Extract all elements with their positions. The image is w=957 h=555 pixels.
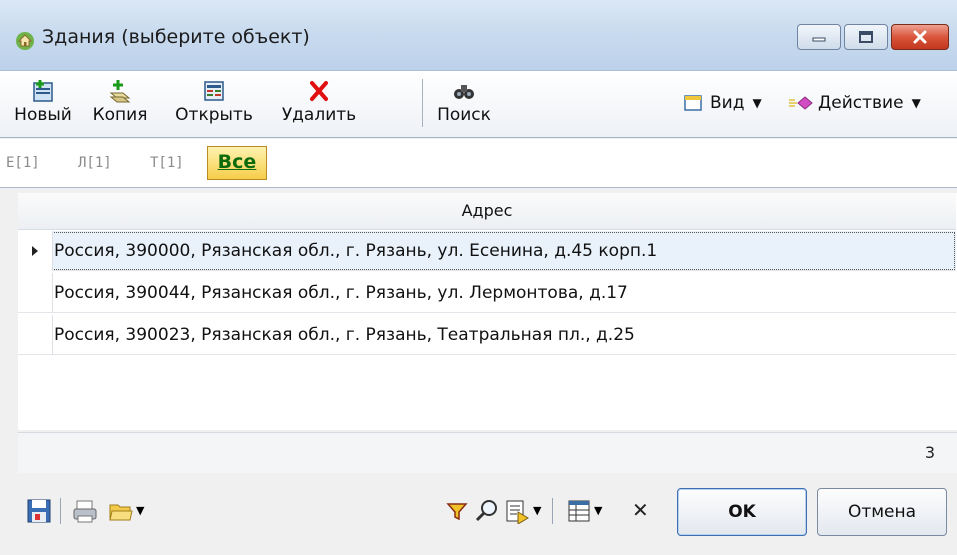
folder-icon[interactable]	[108, 498, 134, 524]
filter-icon[interactable]	[444, 498, 470, 524]
maximize-button[interactable]	[844, 24, 888, 50]
new-button[interactable]: Новый	[8, 71, 78, 135]
action-diamond-icon	[789, 96, 813, 110]
new-button-label: Новый	[14, 105, 72, 125]
window-icon	[684, 95, 702, 111]
row-header[interactable]	[18, 273, 53, 313]
grid-footer: 3	[18, 432, 957, 473]
copy-icon	[109, 80, 131, 103]
delete-icon	[310, 81, 328, 101]
search-button[interactable]: Поиск	[428, 71, 500, 135]
minimize-button[interactable]	[797, 24, 841, 50]
chevron-down-icon: ▼	[911, 96, 921, 110]
chevron-down-icon: ▼	[752, 96, 762, 110]
clear-icon[interactable]: ✕	[632, 498, 649, 522]
row-count: 3	[924, 443, 935, 462]
save-icon[interactable]	[26, 498, 52, 524]
minimize-icon	[812, 37, 826, 42]
table-row[interactable]: Россия, 390000, Рязанская обл., г. Рязан…	[18, 231, 956, 271]
chevron-down-icon[interactable]: ▼	[594, 504, 602, 517]
export-icon[interactable]	[504, 498, 530, 524]
address-cell: Россия, 390000, Рязанская обл., г. Рязан…	[54, 241, 658, 261]
binoculars-icon	[454, 85, 474, 99]
open-button[interactable]: Открыть	[162, 71, 266, 135]
chevron-down-icon[interactable]: ▼	[136, 504, 144, 517]
delete-button[interactable]: Удалить	[272, 71, 366, 135]
find-icon[interactable]	[474, 498, 500, 524]
view-menu[interactable]: Вид ▼	[684, 93, 762, 113]
open-record-icon	[204, 81, 224, 101]
table-row[interactable]: Россия, 390023, Рязанская обл., г. Рязан…	[18, 315, 956, 355]
toolbar-separator	[60, 498, 61, 524]
address-cell: Россия, 390044, Рязанская обл., г. Рязан…	[54, 283, 628, 303]
filter-all-button[interactable]: Все	[207, 146, 267, 180]
column-header-address[interactable]: Адрес	[18, 193, 956, 230]
printer-icon[interactable]	[72, 498, 98, 524]
search-button-label: Поиск	[437, 105, 491, 125]
current-row-arrow-icon	[32, 246, 38, 256]
close-button[interactable]	[891, 24, 949, 50]
dialog-window: Здания (выберите объект) Новый Копия Отк…	[0, 0, 957, 555]
copy-button[interactable]: Копия	[82, 71, 158, 135]
ok-button[interactable]: OK	[677, 488, 807, 536]
filter-bar: Е[1] Л[1] Т[1] Все	[0, 139, 957, 188]
action-menu-label: Действие	[818, 93, 904, 113]
columns-icon[interactable]	[566, 498, 592, 524]
filter-e[interactable]: Е[1]	[6, 155, 40, 171]
address-cell: Россия, 390023, Рязанская обл., г. Рязан…	[54, 325, 635, 345]
view-menu-label: Вид	[710, 93, 745, 113]
bottom-toolbar: ▼ ▼ ▼ ✕ OK Отмена	[0, 474, 957, 555]
toolbar-separator	[422, 79, 423, 127]
cancel-button[interactable]: Отмена	[817, 488, 947, 536]
action-menu[interactable]: Действие ▼	[788, 93, 921, 113]
window-title: Здания (выберите объект)	[42, 26, 310, 48]
row-header[interactable]	[18, 231, 53, 271]
row-header[interactable]	[18, 315, 53, 355]
main-toolbar: Новый Копия Открыть Удалить Поиск Вид ▼ …	[0, 71, 957, 138]
open-button-label: Открыть	[175, 105, 253, 125]
new-record-icon	[33, 80, 53, 102]
copy-button-label: Копия	[92, 105, 148, 125]
table-row[interactable]: Россия, 390044, Рязанская обл., г. Рязан…	[18, 273, 956, 313]
building-icon	[16, 32, 34, 50]
filter-l[interactable]: Л[1]	[78, 155, 112, 171]
delete-button-label: Удалить	[281, 105, 357, 125]
maximize-icon	[859, 31, 873, 43]
title-bar: Здания (выберите объект)	[0, 0, 957, 71]
address-grid: Адрес Россия, 390000, Рязанская обл., г.…	[18, 193, 957, 430]
filter-t[interactable]: Т[1]	[150, 155, 184, 171]
chevron-down-icon[interactable]: ▼	[533, 504, 541, 517]
toolbar-separator	[552, 498, 553, 524]
close-icon	[913, 30, 927, 44]
window-controls	[794, 24, 949, 52]
